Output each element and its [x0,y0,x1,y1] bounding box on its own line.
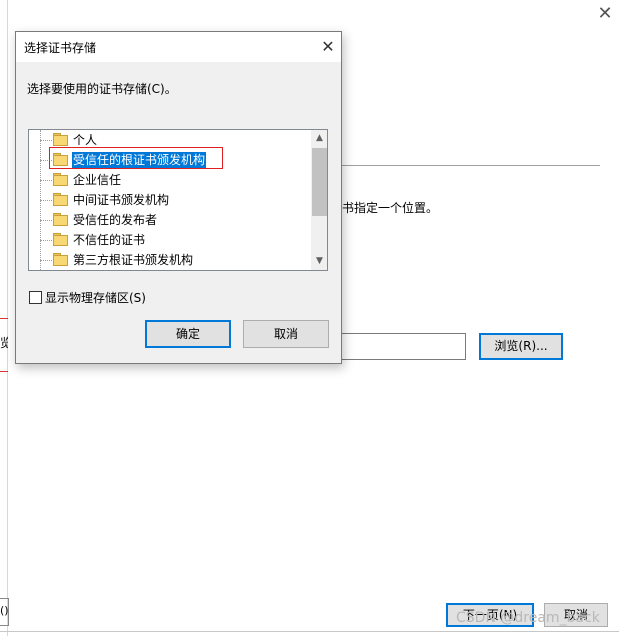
scroll-up-arrow-icon[interactable]: ▲ [311,130,327,147]
tree-branch-line [40,180,54,182]
tree-branch-line [40,240,54,242]
checkbox-label: 显示物理存储区(S) [45,291,146,305]
tree-item-trusted-publishers[interactable]: 受信任的发布者 [29,210,311,230]
partial-button[interactable]: 览 [0,318,8,372]
tree-item-label: 受信任的发布者 [73,213,158,227]
tree-item-intermediate-ca[interactable]: 中间证书颁发机构 [29,190,311,210]
dialog-title: 选择证书存储 [24,41,97,55]
tree-item-label: 不信任的证书 [73,233,146,247]
close-icon[interactable]: ✕ [317,36,339,58]
scroll-down-arrow-icon[interactable]: ▼ [311,253,327,270]
tree-branch-line [40,140,54,142]
partial-back-button[interactable]: () [0,598,9,626]
folder-icon [53,253,68,266]
separator-line [342,165,600,166]
tree-item-label: 中间证书颁发机构 [73,193,170,207]
folder-icon [53,233,68,246]
ok-button[interactable]: 确定 [145,320,231,348]
tree-branch-line [40,260,54,262]
wizard-description: 书指定一个位置。 [342,201,439,215]
tree-item-untrusted[interactable]: 不信任的证书 [29,230,311,250]
show-physical-stores-checkbox[interactable] [29,291,42,304]
wizard-close-icon[interactable]: ✕ [597,5,613,23]
annotation-highlight-box [49,147,223,169]
tree-scrollbar[interactable]: ▲ ▼ [311,130,327,270]
browse-button[interactable]: 浏览(R)... [479,333,563,360]
tree-item-third-party-root[interactable]: 第三方根证书颁发机构 [29,250,311,270]
certificate-store-tree[interactable]: 个人 受信任的根证书颁发机构 企业信任 中间证书颁发机构 受信任的发布者 不信任… [28,129,328,271]
folder-icon [53,193,68,206]
tree-branch-line [40,220,54,222]
dialog-titlebar: 选择证书存储 ✕ [16,32,341,62]
folder-icon [53,133,68,146]
store-prompt-label: 选择要使用的证书存储(C)。 [27,82,177,96]
scroll-thumb[interactable] [312,148,327,216]
folder-icon [53,173,68,186]
store-path-input[interactable] [340,333,466,360]
watermark: CSDN @dream_back [456,610,600,626]
tree-item-label: 个人 [73,133,98,147]
select-certificate-store-dialog: 选择证书存储 ✕ 选择要使用的证书存储(C)。 个人 受信任的根证书颁发机构 企… [15,31,342,364]
tree-item-label: 第三方根证书颁发机构 [73,253,194,267]
cancel-button[interactable]: 取消 [243,320,329,348]
window-bottom-edge [0,631,619,632]
tree-item-enterprise-trust[interactable]: 企业信任 [29,170,311,190]
tree-branch-line [40,200,54,202]
folder-icon [53,213,68,226]
tree-item-label: 企业信任 [73,173,122,187]
